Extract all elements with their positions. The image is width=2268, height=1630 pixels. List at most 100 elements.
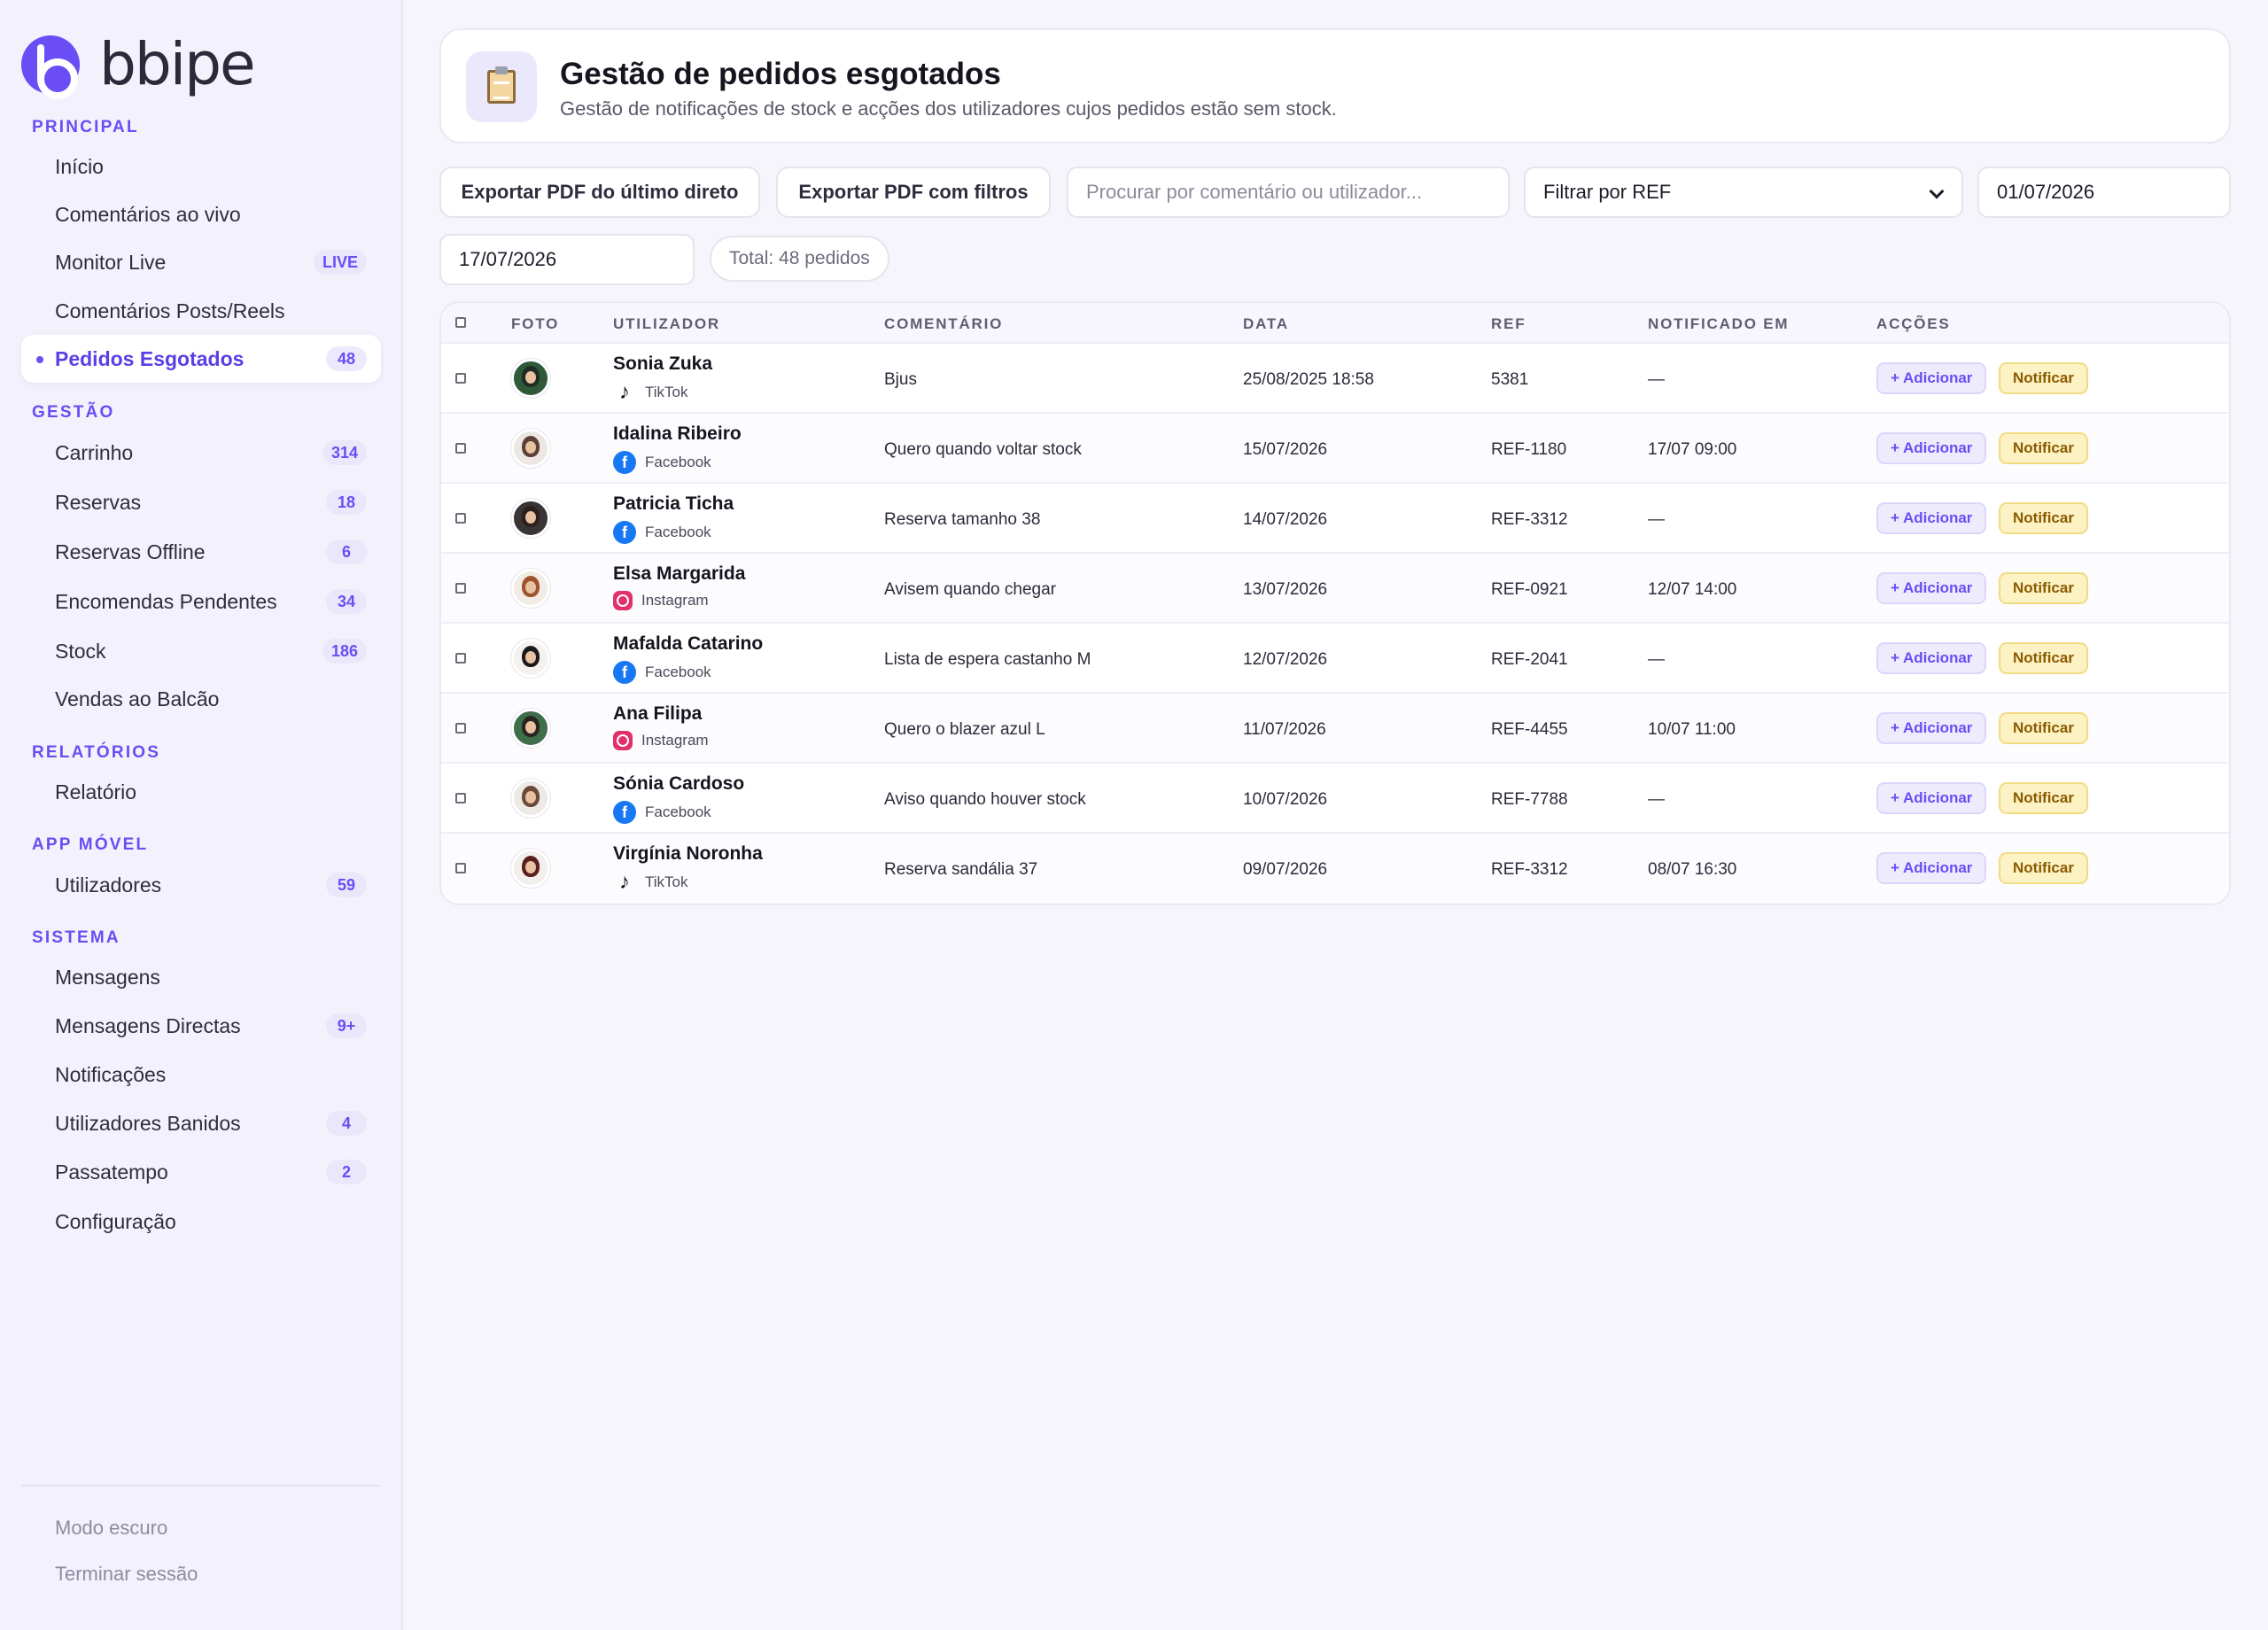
row-checkbox[interactable] [455,653,466,664]
order-date: 13/07/2026 [1243,580,1328,599]
sidebar-item-reservas-offline[interactable]: Reservas Offline 6 [21,528,381,576]
user-name[interactable]: Virgínia Noronha [613,843,763,865]
sidebar-item-label: Início [55,154,104,178]
platform-label: ♪ TikTok [613,870,688,894]
table-row: Sónia Cardoso f Facebook Aviso quando hou… [441,764,2229,834]
orders-table: FOTO UTILIZADOR COMENTÁRIO DATA REF NOTI… [439,301,2231,905]
comment-text: Lista de espera castanho M [884,650,1091,669]
sidebar-item-vendas-balcao[interactable]: Vendas ao Balcão [21,675,381,723]
col-ref: REF [1491,315,1526,332]
logout-link[interactable]: Terminar sessão [55,1563,198,1586]
avatar [511,359,550,398]
sidebar-item-passatempo[interactable]: Passatempo 2 [21,1148,381,1196]
row-checkbox[interactable] [455,793,466,803]
add-button[interactable]: + Adicionar [1876,502,1987,534]
sidebar-item-utilizadores[interactable]: Utilizadores 59 [21,861,381,909]
order-ref: REF-0921 [1491,580,1568,599]
user-name[interactable]: Elsa Margarida [613,563,745,585]
facebook-icon: f [613,801,636,824]
add-button[interactable]: + Adicionar [1876,712,1987,744]
sidebar-item-relatorio[interactable]: Relatório [21,768,381,816]
sidebar-item-utilizadores-banidos[interactable]: Utilizadores Banidos 4 [21,1099,381,1147]
add-button[interactable]: + Adicionar [1876,852,1987,884]
sidebar-item-mensagens-directas[interactable]: Mensagens Directas 9+ [21,1002,381,1050]
count-badge: 59 [326,873,367,897]
user-name[interactable]: Sónia Cardoso [613,773,744,795]
platform-label: Instagram [613,731,709,750]
comment-text: Avisem quando chegar [884,580,1056,599]
app-root: bbipe PRINCIPAL Início Comentários ao vi… [0,0,2268,1630]
sidebar-item-label: Vendas ao Balcão [55,687,220,710]
page-title: Gestão de pedidos esgotados [560,57,1001,91]
sidebar-item-comentarios-ao-vivo[interactable]: Comentários ao vivo [21,190,381,238]
sidebar-item-reservas[interactable]: Reservas 18 [21,478,381,526]
order-date: 09/07/2026 [1243,860,1328,879]
avatar [511,429,550,468]
platform-label: f Facebook [613,661,711,684]
facebook-icon: f [613,661,636,684]
notify-button[interactable]: Notificar [1999,782,2088,814]
sidebar-item-inicio[interactable]: Início [21,143,381,190]
search-input[interactable]: Procurar por comentário ou utilizador... [1067,167,1510,218]
sidebar-item-label: Mensagens Directas [55,1013,241,1037]
table-row: Patricia Ticha f Facebook Reserva tamanho… [441,484,2229,554]
export-filtered-button[interactable]: Exportar PDF com filtros [776,167,1051,218]
notify-button[interactable]: Notificar [1999,642,2088,674]
row-checkbox[interactable] [455,723,466,734]
row-checkbox[interactable] [455,443,466,454]
sidebar-item-stock[interactable]: Stock 186 [21,627,381,675]
add-button[interactable]: + Adicionar [1876,432,1987,464]
export-last-live-button[interactable]: Exportar PDF do último direto [439,167,760,218]
row-checkbox[interactable] [455,373,466,384]
row-checkbox[interactable] [455,513,466,524]
sidebar-item-label: Mensagens [55,965,160,989]
sidebar-item-label: Stock [55,639,106,663]
sidebar-item-carrinho[interactable]: Carrinho 314 [21,429,381,477]
user-name[interactable]: Idalina Ribeiro [613,423,742,445]
sidebar-item-label: Carrinho [55,440,134,464]
platform-name: TikTok [645,384,688,400]
dark-mode-toggle[interactable]: Modo escuro [55,1517,167,1540]
notify-button[interactable]: Notificar [1999,852,2088,884]
notify-button[interactable]: Notificar [1999,362,2088,394]
user-name[interactable]: Mafalda Catarino [613,633,763,655]
sidebar-item-mensagens[interactable]: Mensagens [21,953,381,1001]
notified-at: — [1648,650,1665,669]
table-row: Idalina Ribeiro f Facebook Quero quando v… [441,414,2229,484]
order-date: 25/08/2025 18:58 [1243,370,1374,389]
user-name[interactable]: Ana Filipa [613,703,702,725]
col-utilizador: UTILIZADOR [613,315,720,332]
date-to-input[interactable]: 17/07/2026 [439,234,695,285]
add-button[interactable]: + Adicionar [1876,782,1987,814]
date-from-input[interactable]: 01/07/2026 [1977,167,2231,218]
row-checkbox[interactable] [455,583,466,594]
sidebar-item-configuracao[interactable]: Configuração [21,1198,381,1246]
sidebar-item-label: Relatório [55,780,137,803]
user-name[interactable]: Sonia Zuka [613,353,712,375]
add-button[interactable]: + Adicionar [1876,572,1987,604]
sidebar-item-encomendas-pendentes[interactable]: Encomendas Pendentes 34 [21,578,381,625]
instagram-icon [613,731,633,750]
brand-logo[interactable]: bbipe [21,30,256,99]
select-all-checkbox[interactable] [455,317,466,328]
add-button[interactable]: + Adicionar [1876,362,1987,394]
sidebar-item-monitor-live[interactable]: Monitor Live LIVE [21,238,381,286]
notify-button[interactable]: Notificar [1999,432,2088,464]
add-button[interactable]: + Adicionar [1876,642,1987,674]
sidebar-item-notificacoes[interactable]: Notificações [21,1051,381,1098]
notify-button[interactable]: Notificar [1999,712,2088,744]
avatar [511,849,550,888]
table-row: Ana Filipa Instagram Quero o blazer azul… [441,694,2229,764]
row-checkbox[interactable] [455,863,466,873]
count-badge: 18 [326,490,367,515]
notify-button[interactable]: Notificar [1999,502,2088,534]
ref-filter-select[interactable]: Filtrar por REF [1524,167,1963,218]
user-name[interactable]: Patricia Ticha [613,493,734,515]
sidebar-item-pedidos-esgotados[interactable]: Pedidos Esgotados 48 [21,335,381,383]
platform-label: f Facebook [613,801,711,824]
avatar [511,569,550,608]
platform-label: f Facebook [613,521,711,544]
sidebar-item-comentarios-posts[interactable]: Comentários Posts/Reels [21,287,381,335]
notify-button[interactable]: Notificar [1999,572,2088,604]
notified-at: — [1648,790,1665,809]
